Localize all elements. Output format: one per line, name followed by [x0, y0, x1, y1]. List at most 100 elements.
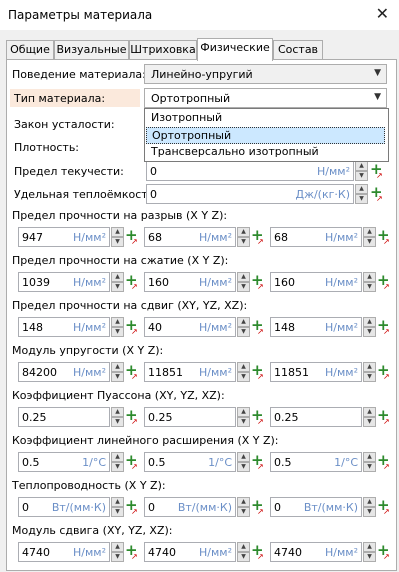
spin-down-icon[interactable]: ▼: [237, 417, 250, 427]
pick-value-icon[interactable]: + ↗: [251, 273, 269, 292]
group-value-input[interactable]: 1039 Н/мм²: [18, 272, 110, 292]
spin-up-icon[interactable]: ▲: [355, 161, 368, 171]
pick-value-icon[interactable]: + ↗: [251, 228, 269, 247]
spin-up-icon[interactable]: ▲: [237, 272, 250, 282]
spin-down-icon[interactable]: ▼: [355, 171, 368, 181]
group-spinner[interactable]: ▲ ▼: [363, 362, 376, 382]
group-spinner[interactable]: ▲ ▼: [363, 452, 376, 472]
group-spinner[interactable]: ▲ ▼: [237, 362, 250, 382]
pick-value-icon[interactable]: + ↗: [377, 543, 395, 562]
group-value-input[interactable]: 40 Н/мм²: [144, 317, 236, 337]
spin-down-icon[interactable]: ▼: [355, 194, 368, 204]
group-spinner[interactable]: ▲ ▼: [111, 497, 124, 517]
pick-value-icon[interactable]: + ↗: [377, 453, 395, 472]
pick-value-icon[interactable]: + ↗: [125, 543, 143, 562]
pick-value-icon[interactable]: + ↗: [125, 498, 143, 517]
pick-value-icon[interactable]: + ↗: [251, 318, 269, 337]
pick-value-icon[interactable]: + ↗: [370, 162, 388, 181]
group-value-input[interactable]: 0 Вт/(мм·К): [144, 497, 236, 517]
pick-value-icon[interactable]: + ↗: [377, 273, 395, 292]
group-spinner[interactable]: ▲ ▼: [111, 272, 124, 292]
spin-down-icon[interactable]: ▼: [111, 282, 124, 292]
group-value-input[interactable]: 0 Вт/(мм·К): [18, 497, 110, 517]
group-value-input[interactable]: 0.25: [144, 407, 236, 427]
group-spinner[interactable]: ▲ ▼: [111, 542, 124, 562]
group-spinner[interactable]: ▲ ▼: [237, 317, 250, 337]
group-value-input[interactable]: 68 Н/мм²: [270, 227, 362, 247]
spin-down-icon[interactable]: ▼: [237, 237, 250, 247]
group-value-input[interactable]: 11851 Н/мм²: [270, 362, 362, 382]
group-spinner[interactable]: ▲ ▼: [363, 227, 376, 247]
spin-up-icon[interactable]: ▲: [363, 407, 376, 417]
group-value-input[interactable]: 0.25: [270, 407, 362, 427]
spin-down-icon[interactable]: ▼: [237, 282, 250, 292]
group-spinner[interactable]: ▲ ▼: [237, 542, 250, 562]
group-value-input[interactable]: 0.25: [18, 407, 110, 427]
spin-up-icon[interactable]: ▲: [355, 184, 368, 194]
spin-down-icon[interactable]: ▼: [363, 417, 376, 427]
close-icon[interactable]: ✕: [376, 4, 389, 23]
spin-down-icon[interactable]: ▼: [111, 327, 124, 337]
group-spinner[interactable]: ▲ ▼: [111, 452, 124, 472]
spin-down-icon[interactable]: ▼: [363, 237, 376, 247]
spin-down-icon[interactable]: ▼: [363, 462, 376, 472]
group-value-input[interactable]: 11851 Н/мм²: [144, 362, 236, 382]
pick-value-icon[interactable]: + ↗: [377, 318, 395, 337]
spin-up-icon[interactable]: ▲: [237, 452, 250, 462]
spin-down-icon[interactable]: ▼: [363, 372, 376, 382]
spin-up-icon[interactable]: ▲: [237, 227, 250, 237]
tab-general[interactable]: Общие: [6, 40, 54, 60]
spin-down-icon[interactable]: ▼: [363, 327, 376, 337]
group-spinner[interactable]: ▲ ▼: [237, 452, 250, 472]
group-spinner[interactable]: ▲ ▼: [111, 407, 124, 427]
group-value-input[interactable]: 160 Н/мм²: [144, 272, 236, 292]
spin-up-icon[interactable]: ▲: [111, 227, 124, 237]
spin-down-icon[interactable]: ▼: [237, 462, 250, 472]
pick-value-icon[interactable]: + ↗: [125, 273, 143, 292]
spin-up-icon[interactable]: ▲: [363, 317, 376, 327]
behavior-select[interactable]: Линейно-упругий ▼: [144, 64, 387, 84]
group-value-input[interactable]: 947 Н/мм²: [18, 227, 110, 247]
spin-up-icon[interactable]: ▲: [363, 227, 376, 237]
pick-value-icon[interactable]: + ↗: [377, 498, 395, 517]
group-value-input[interactable]: 160 Н/мм²: [270, 272, 362, 292]
pick-value-icon[interactable]: + ↗: [251, 408, 269, 427]
tab-physical[interactable]: Физические: [197, 38, 273, 61]
group-value-input[interactable]: 68 Н/мм²: [144, 227, 236, 247]
spin-up-icon[interactable]: ▲: [111, 362, 124, 372]
group-spinner[interactable]: ▲ ▼: [363, 497, 376, 517]
group-spinner[interactable]: ▲ ▼: [237, 497, 250, 517]
group-value-input[interactable]: 4740 Н/мм²: [144, 542, 236, 562]
group-value-input[interactable]: 0.5 1/°C: [18, 452, 110, 472]
group-value-input[interactable]: 0 Вт/(мм·К): [270, 497, 362, 517]
heat-spinner[interactable]: ▲ ▼: [355, 184, 368, 204]
pick-value-icon[interactable]: + ↗: [251, 363, 269, 382]
spin-up-icon[interactable]: ▲: [237, 407, 250, 417]
group-spinner[interactable]: ▲ ▼: [363, 542, 376, 562]
spin-down-icon[interactable]: ▼: [363, 552, 376, 562]
group-spinner[interactable]: ▲ ▼: [237, 227, 250, 247]
heat-input[interactable]: 0 Дж/(кг·К): [146, 184, 354, 204]
spin-down-icon[interactable]: ▼: [111, 507, 124, 517]
spin-up-icon[interactable]: ▲: [363, 542, 376, 552]
spin-up-icon[interactable]: ▲: [237, 317, 250, 327]
spin-up-icon[interactable]: ▲: [111, 407, 124, 417]
spin-down-icon[interactable]: ▼: [237, 372, 250, 382]
group-spinner[interactable]: ▲ ▼: [363, 272, 376, 292]
spin-down-icon[interactable]: ▼: [111, 462, 124, 472]
pick-value-icon[interactable]: + ↗: [377, 363, 395, 382]
pick-value-icon[interactable]: + ↗: [251, 543, 269, 562]
type-option-isotropic[interactable]: Изотропный: [146, 110, 385, 127]
pick-value-icon[interactable]: + ↗: [251, 498, 269, 517]
group-value-input[interactable]: 0.5 1/°C: [144, 452, 236, 472]
spin-up-icon[interactable]: ▲: [111, 542, 124, 552]
group-spinner[interactable]: ▲ ▼: [237, 272, 250, 292]
pick-value-icon[interactable]: + ↗: [377, 408, 395, 427]
spin-up-icon[interactable]: ▲: [237, 497, 250, 507]
spin-up-icon[interactable]: ▲: [111, 497, 124, 507]
tab-hatching[interactable]: Штриховка: [129, 40, 197, 60]
tab-visual[interactable]: Визуальные: [54, 40, 129, 60]
spin-up-icon[interactable]: ▲: [111, 452, 124, 462]
group-value-input[interactable]: 84200 Н/мм²: [18, 362, 110, 382]
spin-up-icon[interactable]: ▲: [363, 272, 376, 282]
